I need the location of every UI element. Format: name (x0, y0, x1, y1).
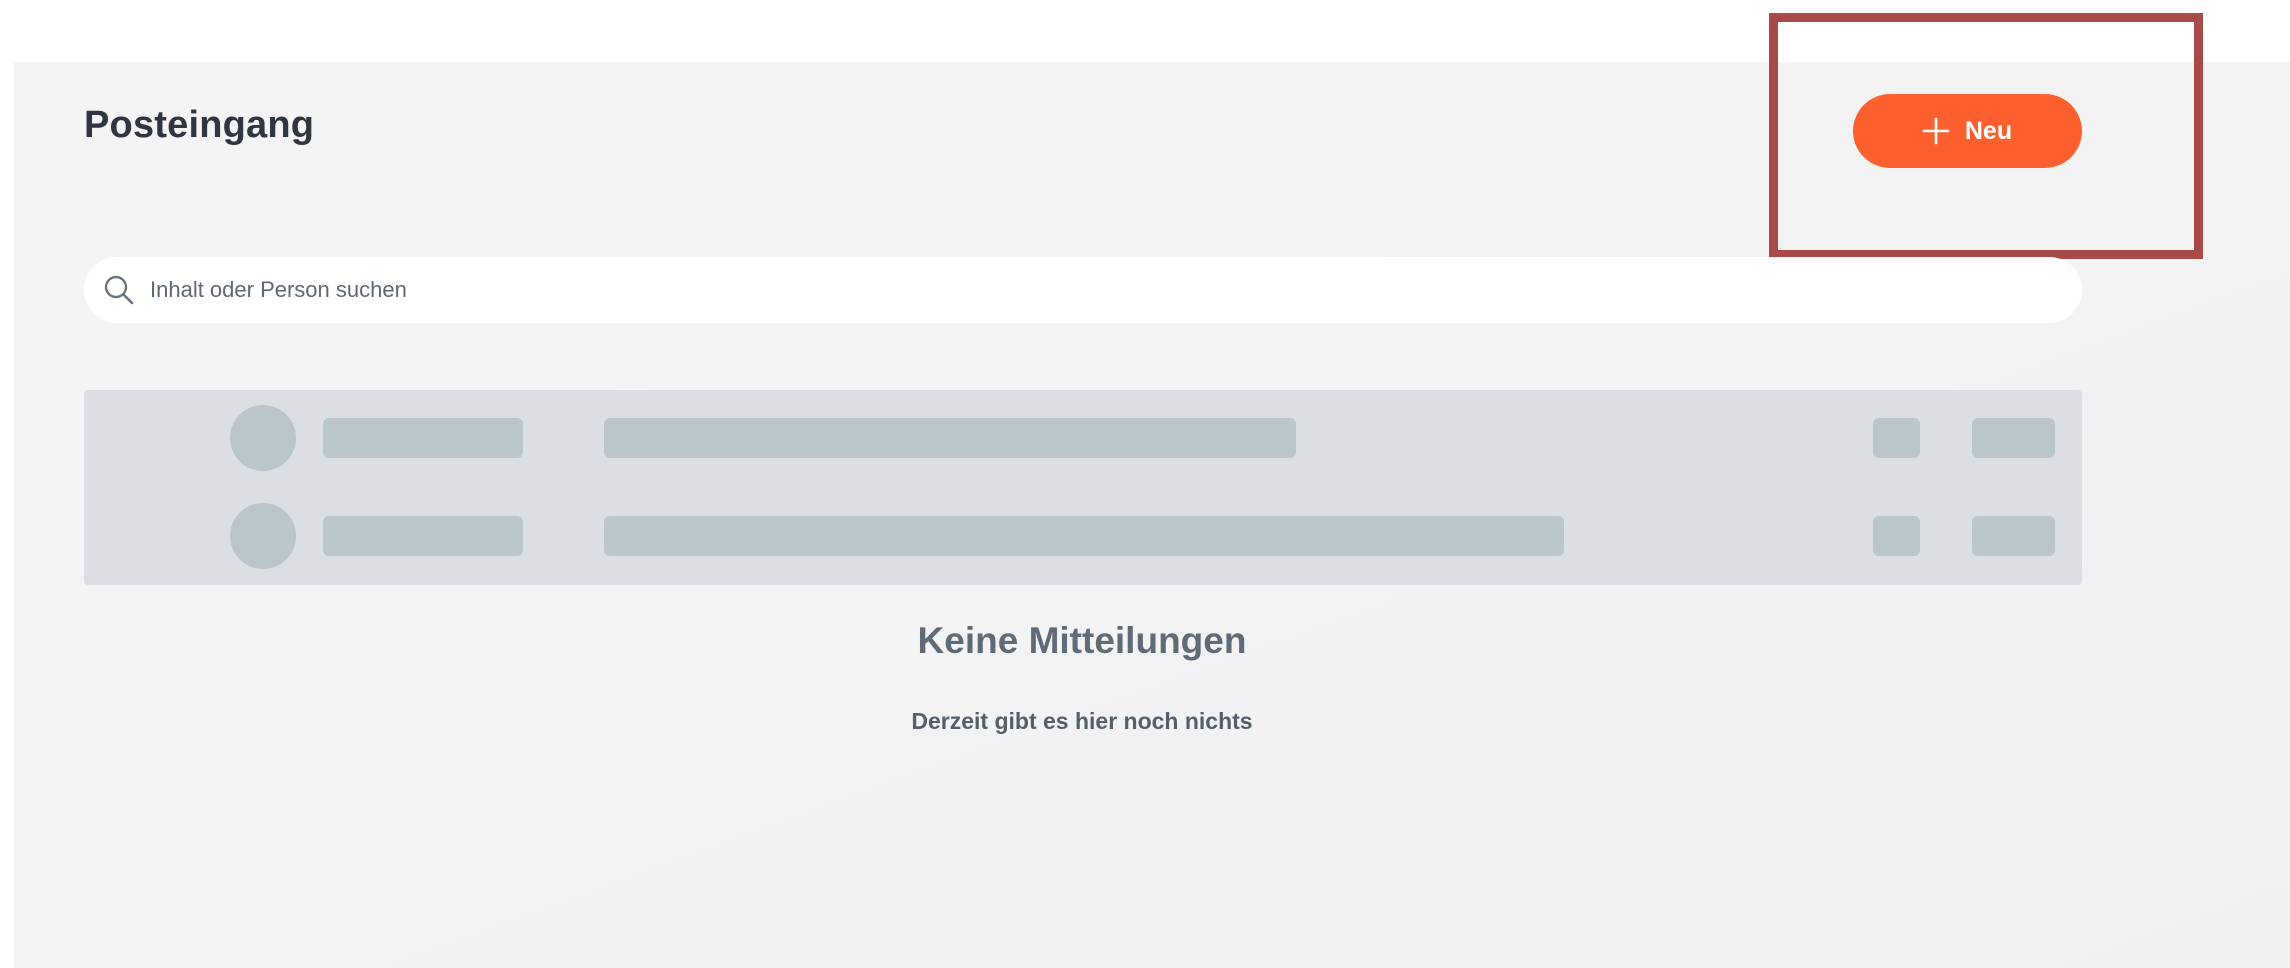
skeleton-date-bar (1972, 418, 2055, 458)
search-bar[interactable] (84, 257, 2082, 323)
plus-icon (1922, 117, 1950, 145)
skeleton-text-bar (604, 418, 1296, 458)
empty-state-subtitle: Derzeit gibt es hier noch nichts (911, 708, 1253, 734)
search-icon (104, 275, 134, 305)
skeleton-text-bar (604, 516, 1564, 556)
search-input[interactable] (150, 270, 2050, 310)
skeleton-name-bar (323, 418, 523, 458)
new-message-button[interactable]: Neu (1853, 94, 2082, 168)
loading-skeleton-list (84, 390, 2082, 585)
skeleton-avatar (230, 503, 296, 569)
skeleton-name-bar (323, 516, 523, 556)
skeleton-small-bar (1873, 516, 1920, 556)
skeleton-avatar (230, 405, 296, 471)
empty-state-title: Keine Mitteilungen (917, 620, 1247, 661)
skeleton-small-bar (1873, 418, 1920, 458)
page-title: Posteingang (84, 104, 315, 146)
skeleton-date-bar (1972, 516, 2055, 556)
new-button-label: Neu (1964, 116, 2013, 145)
